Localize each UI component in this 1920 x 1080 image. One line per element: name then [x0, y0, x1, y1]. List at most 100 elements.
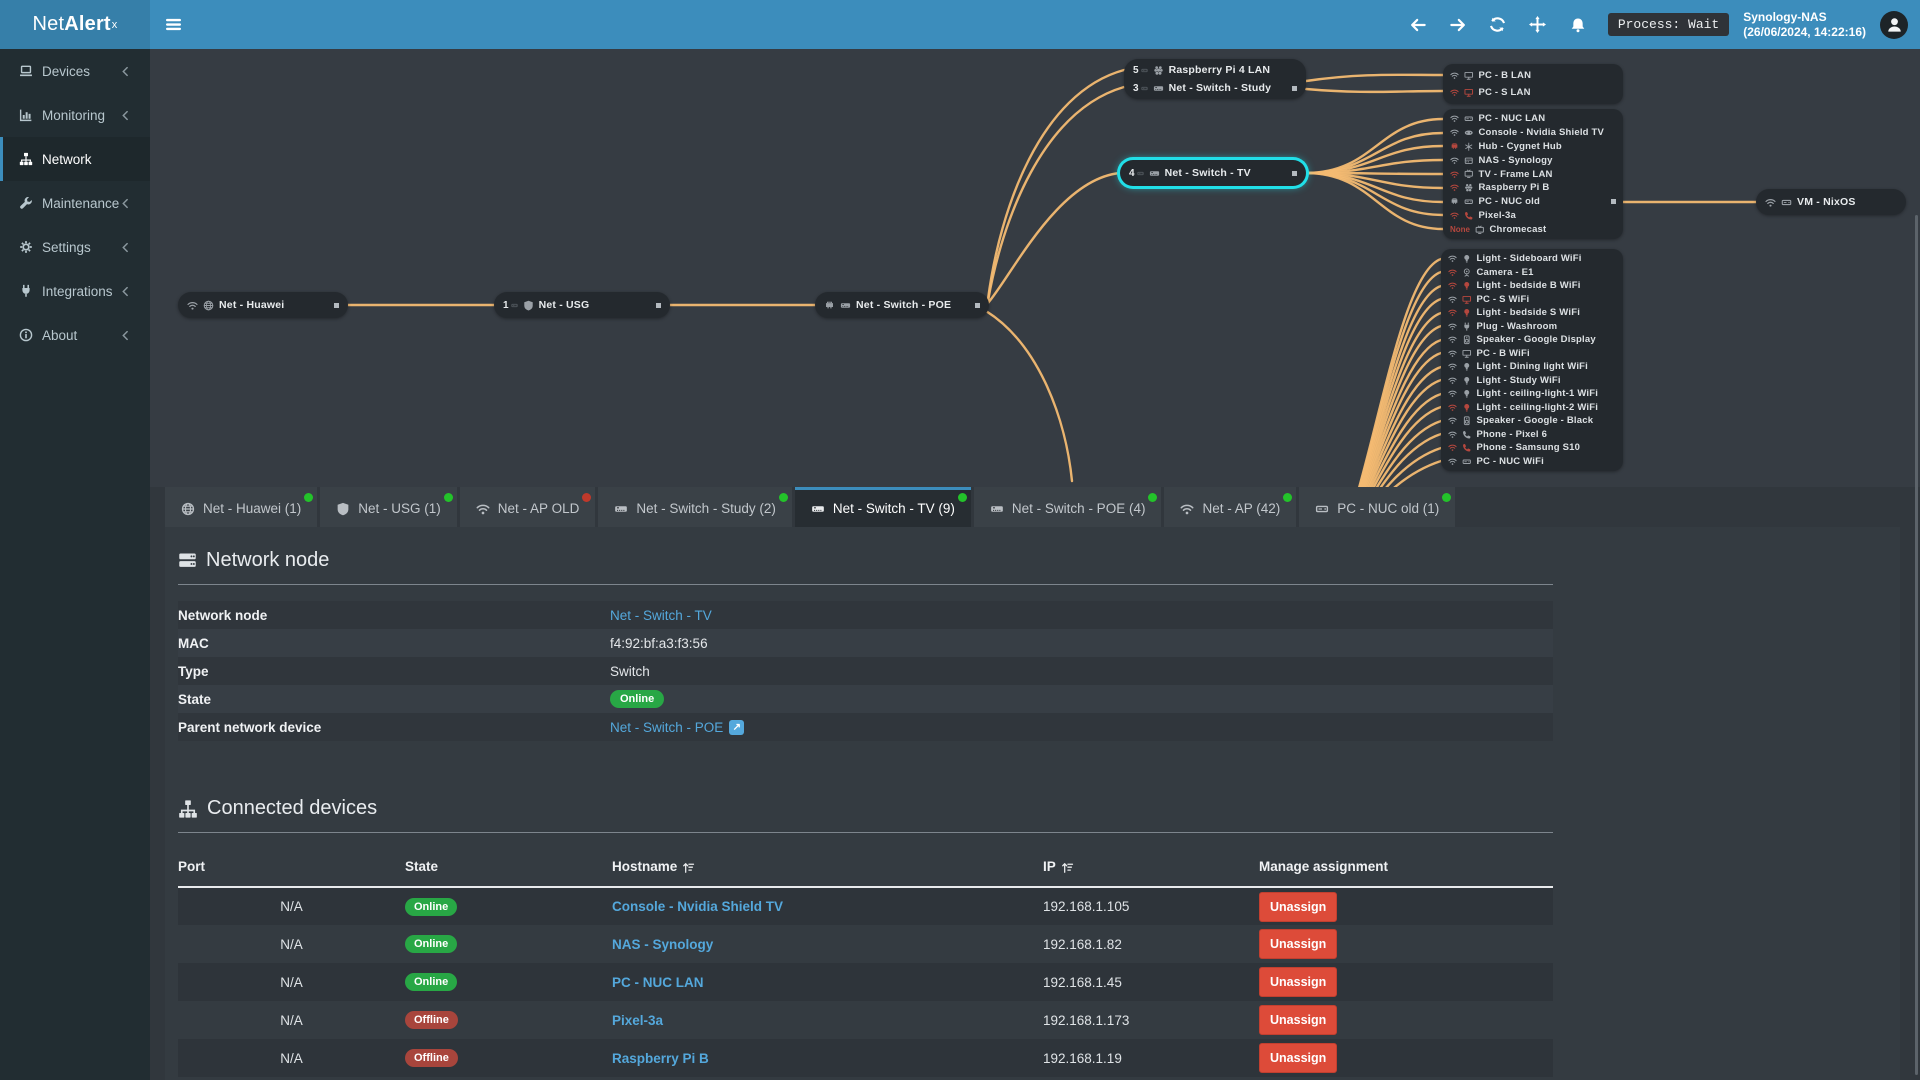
graph-node-row[interactable]: Light - Study WiFi	[1448, 374, 1616, 388]
wifi-icon	[1450, 183, 1459, 192]
graph-node-row[interactable]: Camera - E1	[1448, 266, 1616, 280]
graph-node-row[interactable]: VM - NixOS	[1765, 189, 1897, 215]
info-value-link[interactable]: Net - Switch - POE	[610, 720, 723, 735]
network-topology-graph[interactable]: Net - Huawei 1 Net - USG Net - Switch - POE…	[0, 49, 1920, 487]
hostname-link[interactable]: Console - Nvidia Shield TV	[612, 899, 783, 914]
graph-node-row[interactable]: Light - bedside S WiFi	[1448, 306, 1616, 320]
unassign-button[interactable]: Unassign	[1259, 1005, 1338, 1035]
status-dot-green	[443, 493, 453, 502]
cell-ip: 192.168.1.19	[1043, 1050, 1122, 1066]
collapse-handle[interactable]	[975, 302, 980, 308]
graph-node-light-sideboard-wifi[interactable]: Light - Sideboard WiFi Camera - E1 Light -…	[1441, 249, 1623, 471]
tab-net-ap-old[interactable]: Net - AP OLD	[459, 487, 596, 527]
tab-net-usg-1-[interactable]: Net - USG (1)	[320, 487, 457, 527]
tab-net-switch-poe-4-[interactable]: Net - Switch - POE (4)	[973, 487, 1162, 527]
tab-net-switch-study-2-[interactable]: Net - Switch - Study (2)	[598, 487, 792, 527]
graph-node-row[interactable]: Light - bedside B WiFi	[1448, 279, 1616, 293]
graph-node-row[interactable]: Raspberry Pi B	[1450, 181, 1616, 195]
graph-node-row[interactable]: PC - NUC LAN	[1450, 112, 1616, 126]
unassign-button[interactable]: Unassign	[1259, 1043, 1338, 1073]
collapse-handle[interactable]	[334, 302, 339, 308]
column-header-hostname[interactable]: Hostname	[612, 847, 1043, 888]
unassign-button[interactable]: Unassign	[1259, 929, 1338, 959]
graph-node-net-usg[interactable]: 1 Net - USG	[494, 292, 670, 318]
graph-node-row[interactable]: 3 Net - Switch - Study	[1133, 79, 1297, 97]
tab-label: Net - AP (42)	[1202, 501, 1281, 516]
graph-node-row[interactable]: NAS - Synology	[1450, 153, 1616, 167]
plug-icon	[1462, 322, 1472, 332]
hamburger-menu-icon[interactable]	[150, 0, 196, 49]
tab-pc-nuc-old-1-[interactable]: PC - NUC old (1)	[1299, 487, 1456, 527]
graph-node-net-switch-poe[interactable]: Net - Switch - POE	[815, 292, 989, 318]
graph-node-row[interactable]: Hub - Cygnet Hub	[1450, 140, 1616, 154]
graph-node-row[interactable]: PC - S WiFi	[1448, 293, 1616, 307]
info-row: MAC f4:92:bf:a3:f3:56	[178, 629, 1553, 657]
graph-node-row[interactable]: Speaker - Google Display	[1448, 333, 1616, 347]
graph-node-row[interactable]: TV - Frame LAN	[1450, 167, 1616, 181]
graph-node-net-switch-tv[interactable]: 4 Net - Switch - TV	[1120, 160, 1306, 186]
sidebar-item-monitoring[interactable]: Monitoring	[0, 93, 150, 137]
graph-node-row[interactable]: Net - Switch - POE	[824, 292, 980, 318]
graph-node-row[interactable]: Phone - Samsung S10	[1448, 441, 1616, 455]
move-icon[interactable]	[1518, 0, 1558, 49]
sidebar-item-network[interactable]: Network	[0, 137, 150, 181]
graph-node-row[interactable]: 4 Net - Switch - TV	[1129, 160, 1297, 186]
connection-none-label: None	[1450, 224, 1470, 234]
graph-node-row[interactable]: PC - S LAN	[1450, 84, 1616, 101]
collapse-handle[interactable]	[1292, 85, 1297, 91]
column-header-ip[interactable]: IP	[1043, 847, 1259, 888]
hostname-link[interactable]: Pixel-3a	[612, 1013, 663, 1028]
collapse-handle[interactable]	[656, 302, 661, 308]
unassign-button[interactable]: Unassign	[1259, 967, 1338, 997]
graph-node-row[interactable]: PC - B WiFi	[1448, 347, 1616, 361]
collapse-handle[interactable]	[1611, 199, 1616, 205]
page-scrollbar[interactable]	[1915, 215, 1918, 1075]
graph-node-pc-b-lan[interactable]: PC - B LAN PC - S LAN	[1443, 64, 1623, 104]
graph-node-row[interactable]: Light - Sideboard WiFi	[1448, 252, 1616, 266]
info-value-link[interactable]: Net - Switch - TV	[610, 608, 712, 623]
speaker-icon	[1462, 416, 1472, 426]
graph-node-row[interactable]: Light - Dining light WiFi	[1448, 360, 1616, 374]
forward-icon[interactable]	[1438, 0, 1478, 49]
graph-node-row[interactable]: Phone - Pixel 6	[1448, 428, 1616, 442]
graph-node-row[interactable]: Plug - Washroom	[1448, 320, 1616, 334]
tab-net-switch-tv-9-[interactable]: Net - Switch - TV (9)	[794, 487, 971, 527]
graph-node-row[interactable]: 1 Net - USG	[503, 292, 661, 318]
tab-net-ap-42-[interactable]: Net - AP (42)	[1164, 487, 1297, 527]
sidebar-item-settings[interactable]: Settings	[0, 225, 150, 269]
hostname-link[interactable]: NAS - Synology	[612, 937, 713, 952]
graph-node-row[interactable]: Console - Nvidia Shield TV	[1450, 126, 1616, 140]
notifications-bell-icon[interactable]	[1558, 0, 1598, 49]
collapse-handle[interactable]	[1292, 170, 1297, 176]
graph-node-row[interactable]: Pixel-3a	[1450, 209, 1616, 223]
divider	[178, 832, 1553, 833]
graph-node-row[interactable]: Light - ceiling-light-2 WiFi	[1448, 401, 1616, 415]
graph-node-row[interactable]: 5 Raspberry Pi 4 LAN	[1133, 61, 1297, 79]
graph-node-row[interactable]: PC - B LAN	[1450, 67, 1616, 84]
graph-node-net-huawei[interactable]: Net - Huawei	[178, 292, 348, 318]
hostname-link[interactable]: PC - NUC LAN	[612, 975, 704, 990]
sidebar-item-devices[interactable]: Devices	[0, 49, 150, 93]
app-logo[interactable]: Net Alert x	[0, 0, 150, 49]
sidebar-item-integrations[interactable]: Integrations	[0, 269, 150, 313]
sidebar-item-about[interactable]: About	[0, 313, 150, 357]
sidebar-item-maintenance[interactable]: Maintenance	[0, 181, 150, 225]
graph-node-vm-nixos[interactable]: VM - NixOS	[1756, 189, 1906, 215]
external-link-icon[interactable]: ↗	[729, 719, 745, 735]
graph-node-row[interactable]: PC - NUC WiFi	[1448, 455, 1616, 469]
graph-node-pc-nuc-lan[interactable]: PC - NUC LAN Console - Nvidia Shield TV Hu…	[1443, 109, 1623, 240]
section-title-text: Network node	[206, 549, 330, 571]
graph-node-row[interactable]: None Chromecast	[1450, 222, 1616, 236]
back-icon[interactable]	[1398, 0, 1438, 49]
graph-node-raspberry-pi-4-lan[interactable]: 5 Raspberry Pi 4 LAN 3 Net - Switch - Study	[1124, 59, 1306, 99]
graph-node-row[interactable]: Speaker - Google - Black	[1448, 414, 1616, 428]
graph-node-row[interactable]: PC - NUC old	[1450, 195, 1616, 209]
graph-node-row[interactable]: Net - Huawei	[187, 292, 339, 318]
refresh-icon[interactable]	[1478, 0, 1518, 49]
graph-node-row[interactable]: Light - ceiling-light-1 WiFi	[1448, 387, 1616, 401]
info-icon	[19, 328, 33, 342]
hostname-link[interactable]: Raspberry Pi B	[612, 1051, 709, 1066]
tab-net-huawei-1-[interactable]: Net - Huawei (1)	[165, 487, 318, 527]
user-avatar[interactable]	[1880, 10, 1908, 39]
unassign-button[interactable]: Unassign	[1259, 891, 1338, 922]
